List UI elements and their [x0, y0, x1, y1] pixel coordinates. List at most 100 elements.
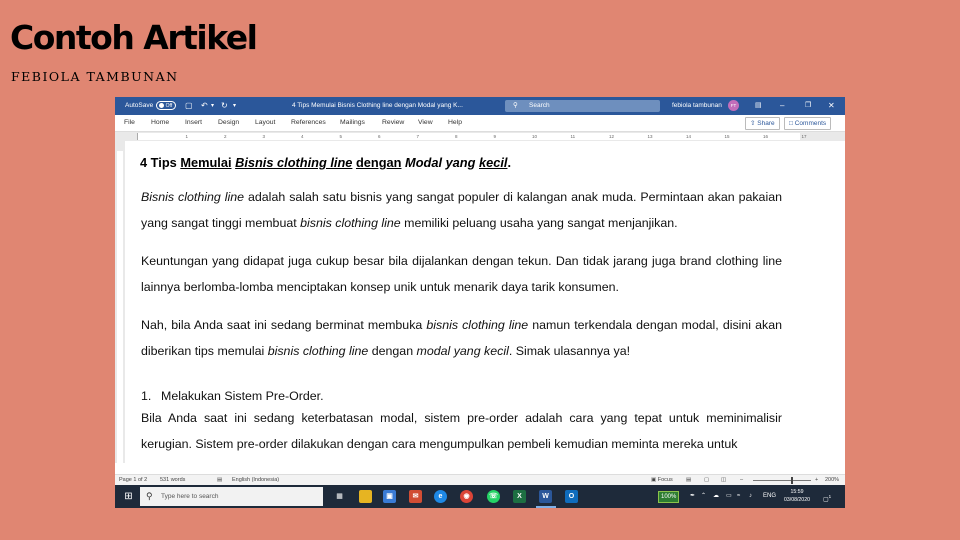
heading-part: Bisnis clothing line	[235, 155, 353, 170]
comments-button[interactable]: □ Comments	[784, 117, 832, 130]
zoom-slider[interactable]	[753, 480, 811, 481]
user-name[interactable]: febiola tambunan	[672, 97, 722, 115]
share-label: Share	[757, 120, 775, 127]
maximize-icon[interactable]: ❐	[805, 97, 811, 115]
customize-toolbar-icon[interactable]: ▾	[233, 97, 236, 115]
ruler-mark: 10	[532, 134, 538, 139]
menu-review[interactable]: Review	[382, 115, 404, 131]
ruler-mark: 14	[686, 134, 692, 139]
heading-part: 4 Tips	[140, 155, 181, 170]
ruler-mark: 12	[609, 134, 615, 139]
autosave-switch[interactable]: Off	[156, 100, 177, 110]
close-icon[interactable]: ✕	[828, 97, 835, 115]
list-text: Melakukan Sistem Pre-Order.	[161, 389, 324, 403]
text-run: Bisnis	[141, 190, 175, 204]
menu-insert[interactable]: Insert	[185, 115, 202, 131]
menu-home[interactable]: Home	[151, 115, 169, 131]
list-item[interactable]: 1. Melakukan Sistem Pre-Order.	[141, 388, 324, 404]
text-run: bisnis	[300, 215, 332, 230]
notification-icon[interactable]: ▢1	[823, 485, 831, 508]
cloud-icon[interactable]: ☁	[713, 485, 719, 508]
ribbon-display-icon[interactable]: ▤	[755, 97, 762, 115]
chrome-icon[interactable]: ◉	[460, 490, 473, 503]
clock-time: 15:59	[790, 489, 804, 495]
chevron-up-icon[interactable]: ⌃	[701, 485, 706, 508]
outlook-icon[interactable]: O	[565, 490, 578, 503]
clock[interactable]: 15:59 03/08/2020	[784, 488, 810, 504]
ruler-mark: 9	[493, 134, 497, 139]
paragraph-4[interactable]: Bila Anda saat ini sedang keterbatasan m…	[141, 406, 782, 457]
document-heading[interactable]: 4 Tips Memulai Bisnis clothing line deng…	[140, 155, 511, 171]
menu-layout[interactable]: Layout	[255, 115, 275, 131]
search-box[interactable]: ⚲ Search	[505, 100, 660, 112]
ruler-mark: 5	[339, 134, 343, 139]
save-icon[interactable]: ▢	[185, 97, 193, 115]
mail-icon[interactable]: ✉	[409, 490, 422, 503]
share-button[interactable]: ⇧ Share	[745, 117, 780, 130]
redo-icon[interactable]: ↻	[221, 97, 228, 115]
ruler-mark: 2	[224, 134, 227, 139]
taskbar-search[interactable]: ⚲ Type here to search	[140, 487, 323, 506]
menu-references[interactable]: References	[291, 115, 326, 131]
menu-mailings[interactable]: Mailings	[340, 115, 365, 131]
autosave-toggle[interactable]: AutoSave Off	[125, 97, 177, 115]
paragraph-1[interactable]: Bisnis clothing line adalah salah satu b…	[141, 185, 782, 236]
ruler-mark: 7	[416, 134, 420, 139]
excel-icon[interactable]: X	[513, 490, 526, 503]
paragraph-3[interactable]: Nah, bila Anda saat ini sedang berminat …	[141, 313, 782, 364]
menu-view[interactable]: View	[418, 115, 433, 131]
undo-icon[interactable]: ↶	[201, 97, 208, 115]
whatsapp-icon[interactable]: ☏	[487, 490, 500, 503]
menu-bar: File Home Insert Design Layout Reference…	[115, 115, 845, 132]
wifi-icon[interactable]: ≈	[737, 485, 740, 508]
search-placeholder: Search	[529, 102, 550, 109]
notification-count: 1	[828, 494, 832, 499]
active-app-indicator	[536, 506, 556, 508]
store-icon[interactable]: ▣	[383, 490, 396, 503]
text-run: clothing line	[299, 343, 369, 358]
text-run: dengan	[368, 343, 417, 358]
document-title: 4 Tips Memulai Bisnis Clothing line deng…	[292, 102, 463, 109]
text-run: modal yang kecil	[416, 343, 509, 358]
ruler-mark: 15	[724, 134, 730, 139]
document-page[interactable]: 4 Tips Memulai Bisnis clothing line deng…	[125, 141, 845, 463]
user-avatar[interactable]: FT	[728, 97, 739, 115]
text-run: clothing line	[458, 318, 529, 332]
taskbar: ⊞ ⚲ Type here to search ▦ ▣ ✉ e ◉ ☏ X W O…	[115, 485, 845, 508]
edge-icon[interactable]: e	[434, 490, 447, 503]
vertical-ruler[interactable]	[115, 141, 125, 463]
taskbar-search-placeholder: Type here to search	[161, 493, 219, 500]
zoom-slider-thumb[interactable]	[791, 477, 793, 484]
pen-icon[interactable]: ✒	[690, 485, 695, 508]
ruler-mark: 13	[647, 134, 653, 139]
paragraph-2[interactable]: Keuntungan yang didapat juga cukup besar…	[141, 249, 782, 300]
list-number: 1.	[141, 389, 152, 403]
file-explorer-icon[interactable]	[359, 490, 372, 503]
text-run: bisnis	[426, 318, 459, 332]
slide-title: Contoh Artikel	[10, 18, 258, 57]
chevron-down-icon[interactable]: ▾	[211, 97, 214, 115]
minimize-icon[interactable]: –	[780, 97, 784, 115]
text-run: memiliki peluang usaha yang sangat menja…	[400, 215, 678, 230]
word-icon[interactable]: W	[539, 490, 552, 503]
heading-part: dengan	[355, 155, 402, 170]
ruler-area	[137, 133, 800, 140]
battery-indicator[interactable]: 100%	[658, 491, 680, 503]
ruler-mark: 3	[262, 134, 266, 139]
focus-icon: ▣	[651, 477, 658, 483]
horizontal-ruler[interactable]: 1 2 3 4 5 6 7 8 9 10 11 12 13 14 15 16 17	[115, 132, 845, 141]
menu-help[interactable]: Help	[448, 115, 462, 131]
language-indicator[interactable]: ENG	[763, 485, 776, 508]
windows-start-icon[interactable]: ⊞	[122, 490, 135, 503]
menu-file[interactable]: File	[124, 115, 135, 131]
focus-label: Focus	[657, 477, 673, 483]
autosave-label: AutoSave	[125, 102, 154, 109]
comments-label: Comments	[794, 120, 827, 127]
task-view-icon[interactable]: ▦	[333, 490, 346, 503]
menu-design[interactable]: Design	[218, 115, 239, 131]
heading-part: .	[507, 155, 512, 170]
volume-icon[interactable]: ♪	[749, 485, 752, 508]
battery-icon[interactable]: ▭	[726, 485, 732, 508]
text-run: clothing line	[174, 190, 245, 204]
slide-author: FEBIOLA TAMBUNAN	[11, 69, 179, 84]
